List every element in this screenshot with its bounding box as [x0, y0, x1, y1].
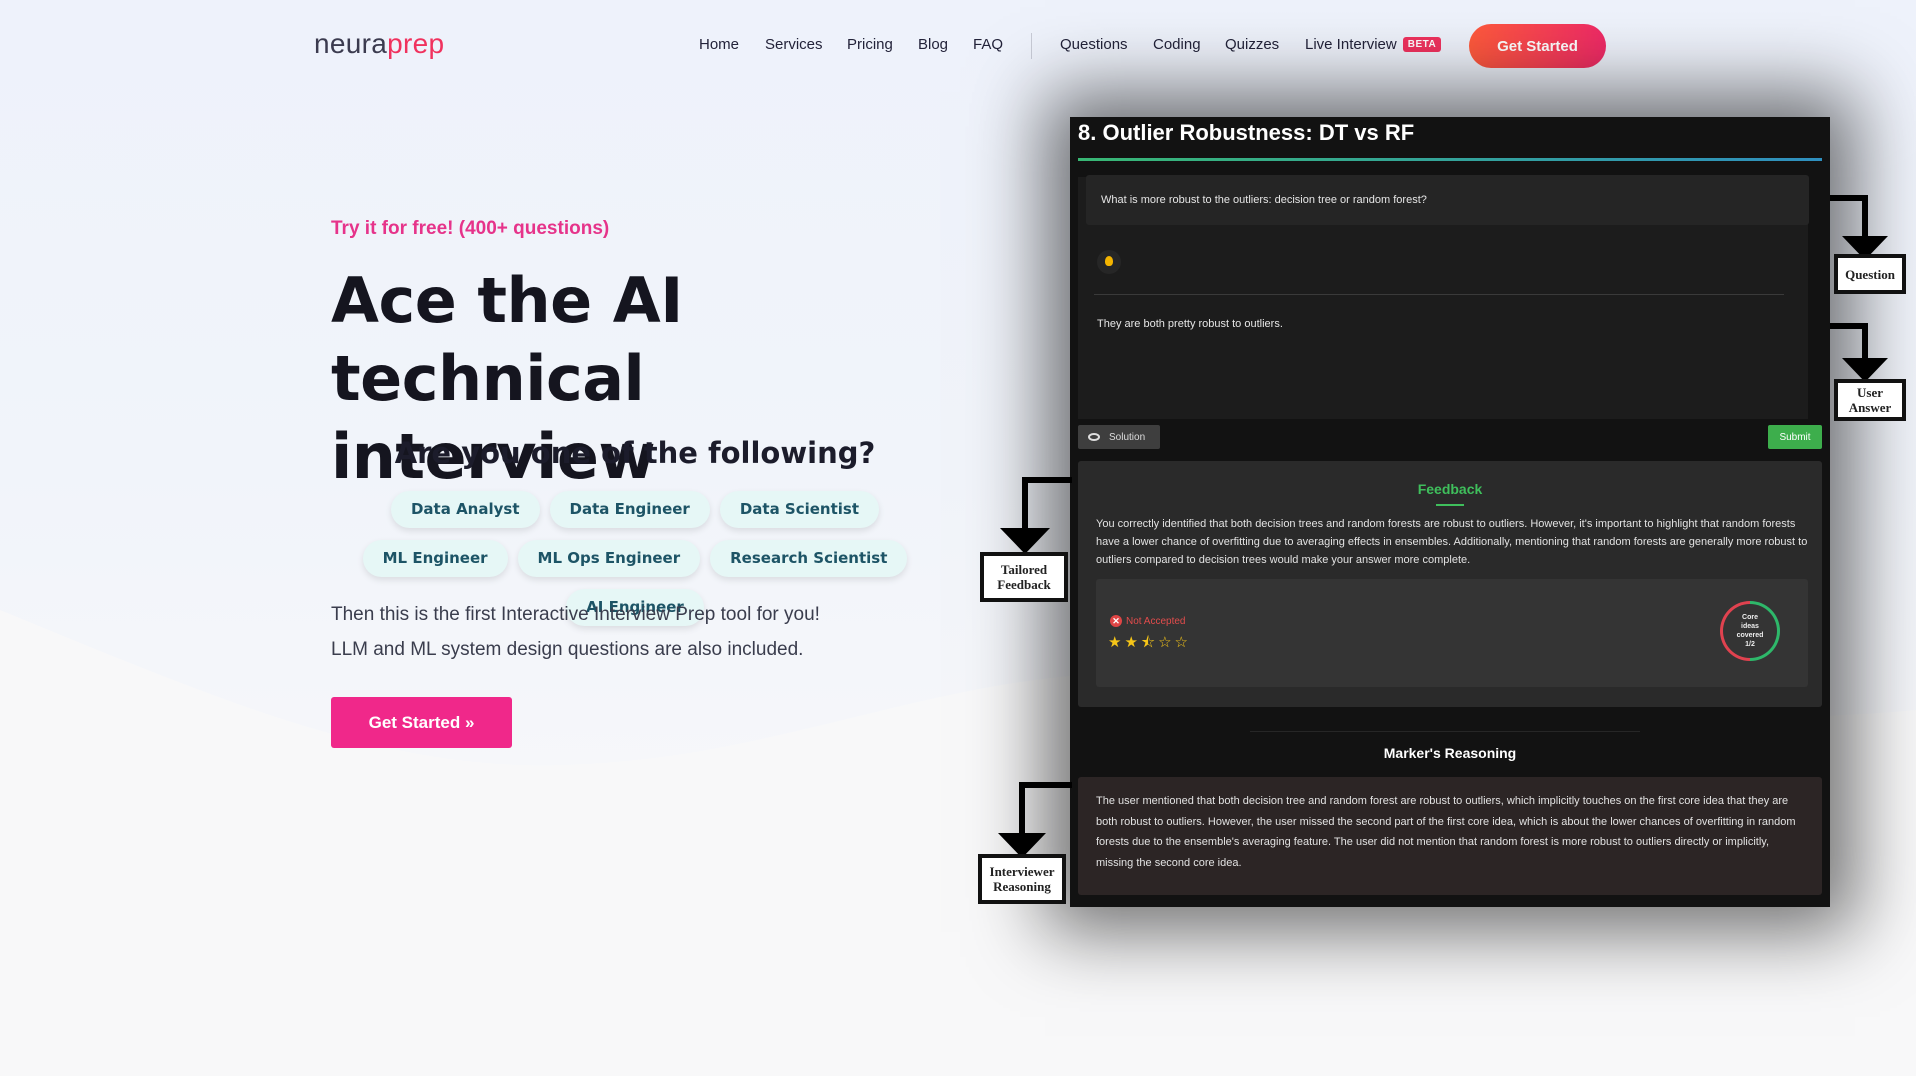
beta-badge: BETA — [1402, 37, 1442, 52]
nav-services[interactable]: Services — [765, 36, 823, 53]
annotation-user-answer-line1: User — [1857, 385, 1883, 400]
nav-live-interview[interactable]: Live Interview BETA — [1305, 36, 1442, 53]
title-accent-bar — [1078, 158, 1822, 161]
role-chip[interactable]: ML Ops Engineer — [517, 540, 701, 577]
annotation-feedback-line1: Tailored — [1000, 562, 1048, 577]
nav-live-interview-label: Live Interview — [1305, 36, 1397, 53]
role-chip[interactable]: Data Analyst — [390, 491, 540, 528]
annotation-tailored-feedback: Tailored Feedback — [980, 552, 1068, 602]
top-navbar: neuraprep Home Services Pricing Blog FAQ… — [0, 0, 1916, 92]
role-chip[interactable]: Research Scientist — [710, 540, 908, 577]
nav-pricing[interactable]: Pricing — [847, 36, 893, 53]
role-chip[interactable]: ML Engineer — [362, 540, 508, 577]
nav-quizzes[interactable]: Quizzes — [1225, 36, 1279, 53]
annotation-user-answer: User Answer — [1834, 379, 1906, 421]
logo[interactable]: neuraprep — [314, 28, 444, 60]
question-title: 8. Outlier Robustness: DT vs RF — [1078, 120, 1415, 145]
annotation-arrows — [998, 195, 1888, 858]
annotation-feedback-line2: Feedback — [997, 577, 1051, 592]
arrow-question — [1830, 195, 1868, 238]
hero-paragraph-2: LLM and ML system design questions are a… — [331, 639, 804, 660]
arrow-feedback — [1022, 477, 1072, 530]
arrow-reasoning — [1019, 782, 1072, 835]
annotation-user-answer-line2: Answer — [1848, 400, 1892, 415]
hero-subheading: Are you one of the following? — [394, 436, 876, 470]
annotation-reasoning-line2: Reasoning — [993, 879, 1051, 894]
hero-tagline: Try it for free! (400+ questions) — [331, 218, 610, 239]
annotation-question-label: Question — [1845, 266, 1895, 282]
nav-divider — [1031, 33, 1032, 59]
nav-questions[interactable]: Questions — [1060, 36, 1128, 53]
nav-get-started-button[interactable]: Get Started — [1469, 24, 1606, 68]
annotation-interviewer-reasoning: Interviewer Reasoning — [978, 854, 1066, 904]
hero-get-started-button[interactable]: Get Started » — [331, 697, 512, 748]
logo-text-part2: prep — [387, 28, 445, 59]
arrow-user-answer — [1830, 323, 1868, 360]
nav-home[interactable]: Home — [699, 36, 739, 53]
hero-headline-line1: Ace the AI technical — [331, 264, 683, 415]
annotation-question: Question — [1834, 254, 1906, 294]
nav-faq[interactable]: FAQ — [973, 36, 1003, 53]
logo-text-part1: neura — [314, 28, 388, 59]
role-chip[interactable]: Data Engineer — [549, 491, 710, 528]
annotation-reasoning-line1: Interviewer — [989, 864, 1055, 879]
nav-coding[interactable]: Coding — [1153, 36, 1201, 53]
hero-paragraph-1: Then this is the first Interactive Inter… — [331, 604, 820, 625]
role-chip[interactable]: Data Scientist — [719, 491, 880, 528]
nav-blog[interactable]: Blog — [918, 36, 948, 53]
